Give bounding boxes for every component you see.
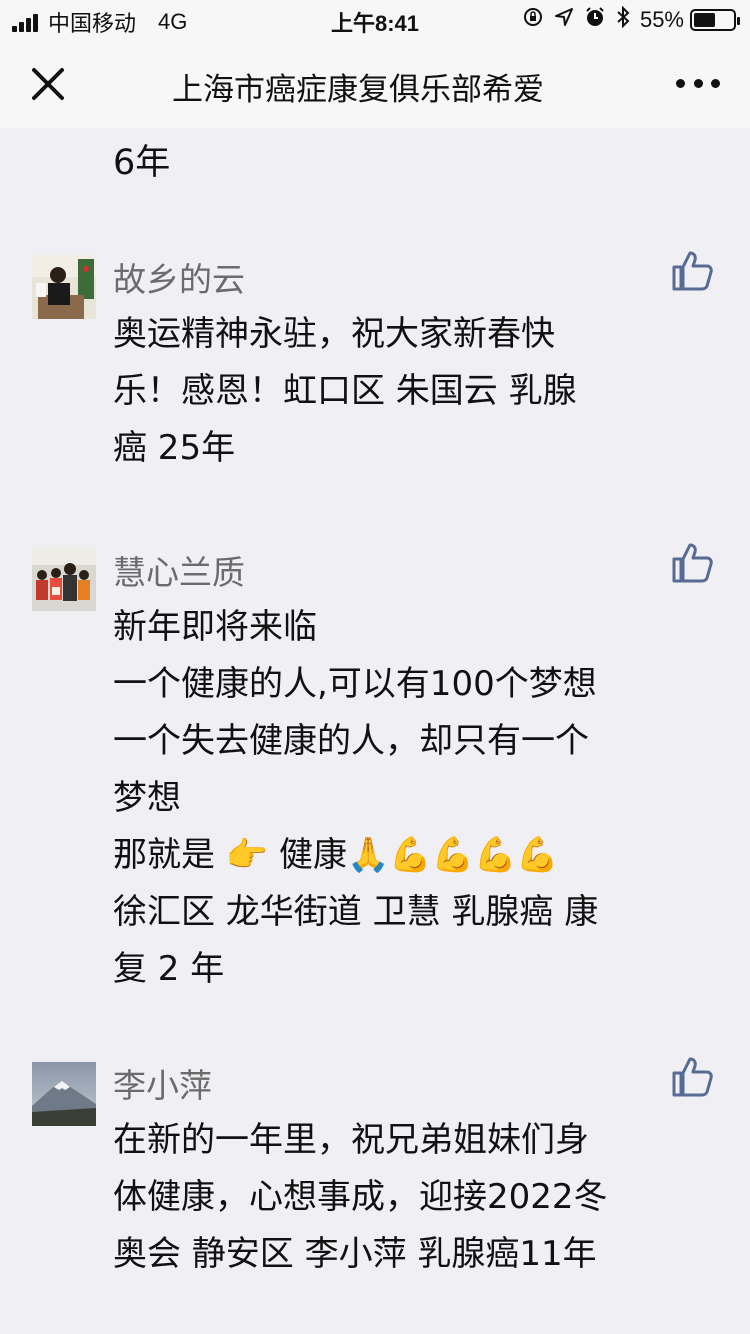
comment-line: 奥会 静安区 李小萍 乳腺癌11年 xyxy=(113,1234,597,1274)
close-icon[interactable] xyxy=(26,62,70,106)
status-right: 55% xyxy=(522,5,740,34)
alarm-icon xyxy=(584,6,606,34)
more-icon[interactable] xyxy=(676,76,720,90)
like-icon[interactable] xyxy=(670,1055,714,1099)
comment-line: 徐汇区 龙华街道 卫慧 乳腺癌 康 xyxy=(113,892,599,932)
comment-line: 体健康，心想事成，迎接2022冬 xyxy=(113,1177,608,1217)
comment-line: 癌 25年 xyxy=(113,428,236,468)
status-bar: 中国移动 4G 上午8:41 55% xyxy=(0,0,750,40)
partial-comment-text: 6年 xyxy=(113,143,171,183)
bluetooth-icon xyxy=(616,5,630,34)
comment-line: 奥运精神永驻，祝大家新春快 xyxy=(113,314,555,354)
avatar[interactable] xyxy=(32,547,96,611)
nav-bar: 上海市癌症康复俱乐部希爱 xyxy=(0,40,750,128)
avatar[interactable] xyxy=(32,1062,96,1126)
avatar[interactable] xyxy=(32,255,96,319)
comment-text: 新年即将来临 一个健康的人,可以有100个梦想 一个失去健康的人，却只有一个 梦… xyxy=(113,599,723,998)
comment-line: 复 2 年 xyxy=(113,949,225,989)
rotation-lock-icon xyxy=(522,6,544,34)
location-icon xyxy=(554,7,574,33)
like-icon[interactable] xyxy=(670,541,714,585)
commenter-name[interactable]: 李小萍 xyxy=(113,1059,212,1107)
comment-line: 在新的一年里，祝兄弟姐妹们身 xyxy=(113,1120,589,1160)
comment-line: 新年即将来临 xyxy=(113,607,317,647)
comment-line: 乐！感恩！虹口区 朱国云 乳腺 xyxy=(113,371,577,411)
battery-fill xyxy=(694,13,715,27)
comment-text: 在新的一年里，祝兄弟姐妹们身 体健康，心想事成，迎接2022冬 奥会 静安区 李… xyxy=(113,1112,723,1283)
like-icon[interactable] xyxy=(670,249,714,293)
battery-percent: 55% xyxy=(639,7,684,32)
commenter-name[interactable]: 慧心兰质 xyxy=(113,546,245,594)
page-title: 上海市癌症康复俱乐部希爱 xyxy=(172,72,544,104)
commenter-name[interactable]: 故乡的云 xyxy=(113,253,245,301)
comment-line: 梦想 xyxy=(113,778,181,818)
comment-line: 那就是 👉 健康🙏💪💪💪💪 xyxy=(113,835,559,875)
comment-line: 一个失去健康的人，却只有一个 xyxy=(113,721,589,761)
battery-icon xyxy=(690,9,740,31)
comment-line: 一个健康的人,可以有100个梦想 xyxy=(113,664,597,704)
comment-text: 奥运精神永驻，祝大家新春快 乐！感恩！虹口区 朱国云 乳腺 癌 25年 xyxy=(113,306,723,477)
